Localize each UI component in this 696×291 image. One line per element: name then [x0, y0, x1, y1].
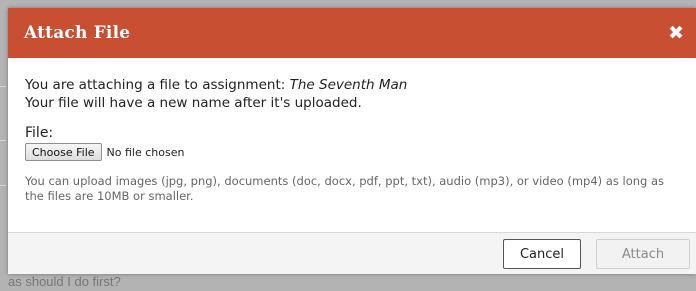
- rename-notice: Your file will have a new name after it'…: [25, 95, 362, 111]
- cancel-button[interactable]: Cancel: [503, 239, 581, 269]
- dialog-footer: Cancel Attach: [8, 232, 696, 274]
- file-label: File:: [25, 125, 54, 141]
- close-icon[interactable]: ✖: [668, 23, 684, 43]
- assignment-line: You are attaching a file to assignment: …: [25, 76, 678, 94]
- background-fragment: [0, 140, 6, 141]
- background-fragment: [0, 86, 6, 87]
- attach-file-dialog: Attach File ✖ You are attaching a file t…: [8, 8, 696, 274]
- file-input: Choose File No file chosen: [25, 143, 678, 161]
- dialog-header: Attach File ✖: [8, 8, 696, 58]
- no-file-chosen-text: No file chosen: [106, 145, 185, 159]
- assignment-name: The Seventh Man: [289, 77, 408, 93]
- assignment-intro: You are attaching a file to assignment:: [25, 77, 290, 93]
- upload-help-text: You can upload images (jpg, png), docume…: [25, 174, 665, 203]
- choose-file-button[interactable]: Choose File: [25, 143, 102, 161]
- background-fragment: [0, 185, 6, 186]
- background-page-text: as should I do first?: [8, 274, 121, 289]
- dialog-title: Attach File: [24, 23, 131, 43]
- dialog-body: You are attaching a file to assignment: …: [8, 58, 696, 204]
- attach-button[interactable]: Attach: [596, 239, 690, 269]
